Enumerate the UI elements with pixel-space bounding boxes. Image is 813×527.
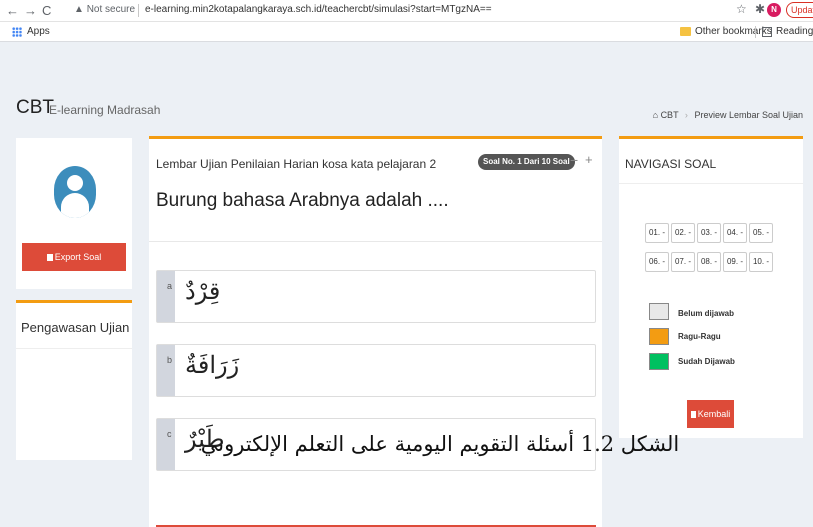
folder-icon [680,27,691,36]
extensions-icon[interactable]: ✱ [755,2,765,16]
question-panel: Lembar Ujian Penilaian Harian kosa kata … [149,136,602,527]
profile-avatar[interactable]: N [767,3,781,17]
user-icon [54,166,96,218]
legend-swatch-ragu [649,328,669,345]
reading-list-icon [762,27,772,37]
question-text: Burung bahasa Arabnya adalah .... [156,190,449,211]
question-nav-button[interactable]: 05. - [749,223,773,243]
address-bar[interactable]: e-learning.min2kotapalangkaraya.sch.id/t… [145,4,492,15]
bookmark-divider [755,26,756,38]
figure-caption: الشكل 1.2 أسئلة التقويم اليومية على التع… [200,432,680,456]
navigation-title: NAVIGASI SOAL [625,157,717,171]
page-subtitle: E-learning Madrasah [49,103,161,117]
breadcrumb-cbt[interactable]: CBT [661,110,679,120]
answer-option-a[interactable]: a قِرْدٌ [156,270,596,323]
home-icon: ⌂ [652,110,659,120]
back-arrow-icon[interactable]: ← [6,3,19,18]
question-nav-button[interactable]: 01. - [645,223,669,243]
not-secure-indicator[interactable]: ▲ Not secure [74,4,135,15]
question-nav-button[interactable]: 03. - [697,223,721,243]
decrease-font-button[interactable]: − [570,152,578,168]
question-counter-badge: Soal No. 1 Dari 10 Soal [478,154,575,170]
file-icon [46,254,53,261]
forward-arrow-icon[interactable]: → [24,3,37,18]
question-nav-button[interactable]: 09. - [723,252,747,272]
apps-bookmark[interactable]: Apps [27,26,50,37]
kembali-label: Kembali [697,409,731,419]
export-soal-label: Export Soal [54,252,102,262]
increase-font-button[interactable]: + [585,152,593,167]
navigation-panel: NAVIGASI SOAL 01. - 02. - 03. - 04. - 05… [619,136,803,438]
question-nav-button[interactable]: 06. - [645,252,669,272]
question-nav-button[interactable]: 02. - [671,223,695,243]
apps-grid-icon[interactable] [12,27,22,37]
option-marker [157,271,175,322]
legend-label-sudah: Sudah Dijawab [678,357,735,366]
pengawasan-panel: Pengawasan Ujian [16,300,132,460]
back-icon [690,411,696,418]
breadcrumb: ⌂ CBT › Preview Lembar Soal Ujian [653,110,803,120]
not-secure-label: Not secure [86,4,136,15]
navigation-divider [619,183,803,184]
option-letter: b [167,355,173,365]
reload-icon[interactable]: C [42,3,51,18]
warning-icon: ▲ [74,4,84,15]
legend-label-belum: Belum dijawab [678,309,735,318]
profile-card: Export Soal [16,138,132,289]
option-text: قِرْدٌ [185,277,221,305]
exam-heading: Lembar Ujian Penilaian Harian kosa kata … [156,157,437,171]
question-nav-button[interactable]: 07. - [671,252,695,272]
bookmark-star-icon[interactable]: ☆ [736,2,747,16]
question-nav-button[interactable]: 10. - [749,252,773,272]
bookmarks-bar: Apps Other bookmarks Reading list [0,22,813,42]
answer-option-b[interactable]: b زَرَافَةٌ [156,344,596,397]
legend-swatch-sudah [649,353,669,370]
legend-swatch-belum [649,303,669,320]
update-button[interactable]: Update [786,2,813,18]
option-marker [157,345,175,396]
question-divider [149,241,602,242]
question-nav-button[interactable]: 04. - [723,223,747,243]
other-bookmarks[interactable]: Other bookmarks [695,26,772,37]
kembali-button[interactable]: Kembali [687,400,734,428]
legend-label-ragu: Ragu-Ragu [678,332,721,341]
export-soal-button[interactable]: Export Soal [22,243,126,271]
pengawasan-divider [16,348,132,349]
pengawasan-title: Pengawasan Ujian [21,320,130,335]
option-text: زَرَافَةٌ [185,351,240,379]
breadcrumb-separator-icon: › [684,110,688,120]
breadcrumb-current: Preview Lembar Soal Ujian [694,110,803,120]
address-divider [138,4,139,17]
option-letter: a [167,281,173,291]
browser-toolbar: ← → C ▲ Not secure e-learning.min2kotapa… [0,0,813,22]
reading-list[interactable]: Reading list [776,26,813,37]
question-nav-button[interactable]: 08. - [697,252,721,272]
